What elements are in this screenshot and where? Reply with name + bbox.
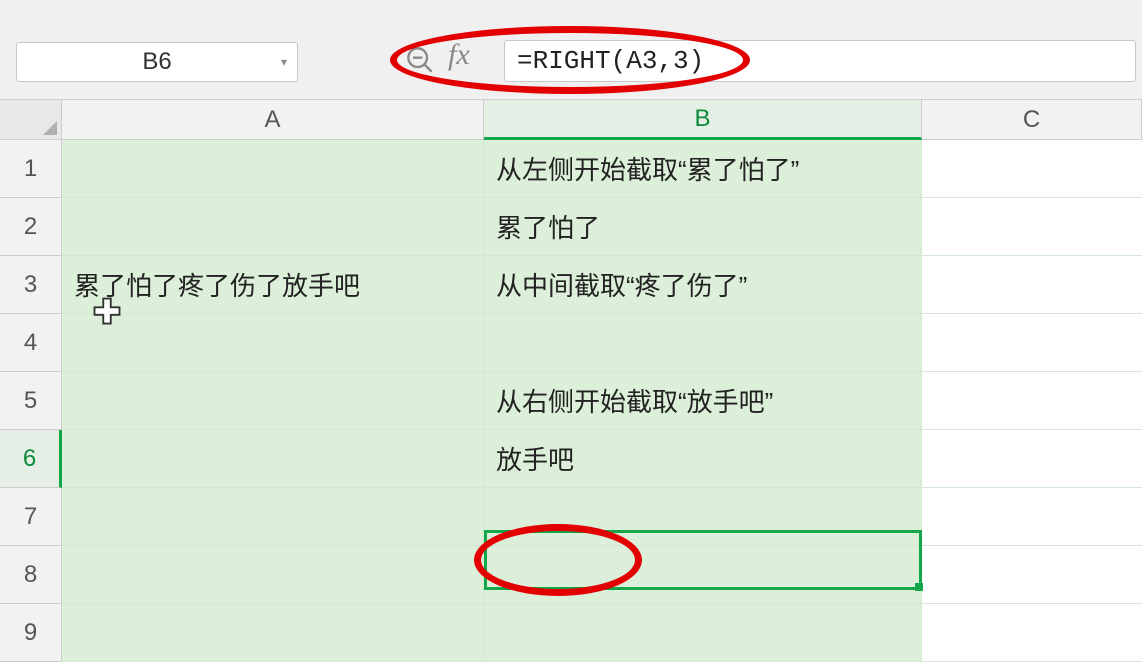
row-header-8[interactable]: 8 [0,546,62,604]
row-9: 9 [0,604,1142,662]
row-header-5[interactable]: 5 [0,372,62,430]
cell-b3[interactable]: 从中间截取“疼了伤了” [484,256,922,314]
row-5: 5 从右侧开始截取“放手吧” [0,372,1142,430]
cell-a1[interactable] [62,140,484,198]
select-all-corner[interactable] [0,100,62,140]
row-header-2[interactable]: 2 [0,198,62,256]
row-header-9[interactable]: 9 [0,604,62,662]
cell-b2[interactable]: 累了怕了 [484,198,922,256]
cell-c7[interactable] [922,488,1142,546]
row-header-1[interactable]: 1 [0,140,62,198]
formula-text: =RIGHT(A3,3) [517,46,704,76]
cell-c8[interactable] [922,546,1142,604]
cell-b7[interactable] [484,488,922,546]
row-header-3[interactable]: 3 [0,256,62,314]
cell-c3[interactable] [922,256,1142,314]
row-4: 4 [0,314,1142,372]
row-8: 8 [0,546,1142,604]
cell-a4[interactable] [62,314,484,372]
cell-reference-text: B6 [142,48,171,76]
cell-c9[interactable] [922,604,1142,662]
formula-bar[interactable]: =RIGHT(A3,3) [504,40,1136,82]
cell-b1[interactable]: 从左侧开始截取“累了怕了” [484,140,922,198]
cell-a8[interactable] [62,546,484,604]
row-1: 1 从左侧开始截取“累了怕了” [0,140,1142,198]
cell-b5[interactable]: 从右侧开始截取“放手吧” [484,372,922,430]
cell-c2[interactable] [922,198,1142,256]
spreadsheet-grid: A B C 1 从左侧开始截取“累了怕了” 2 累了怕了 3 累了怕了疼了伤了放… [0,100,1142,664]
zoom-out-icon[interactable] [404,44,436,76]
row-header-4[interactable]: 4 [0,314,62,372]
cell-b8[interactable] [484,546,922,604]
cell-b9[interactable] [484,604,922,662]
column-header-a[interactable]: A [62,100,484,140]
cell-a9[interactable] [62,604,484,662]
cell-c6[interactable] [922,430,1142,488]
fx-label[interactable]: fx [448,38,470,72]
cell-a2[interactable] [62,198,484,256]
cell-a3[interactable]: 累了怕了疼了伤了放手吧 [62,256,484,314]
cell-c1[interactable] [922,140,1142,198]
cell-a6[interactable] [62,430,484,488]
row-header-6[interactable]: 6 [0,430,62,488]
row-2: 2 累了怕了 [0,198,1142,256]
row-7: 7 [0,488,1142,546]
cell-b4[interactable] [484,314,922,372]
column-header-c[interactable]: C [922,100,1142,140]
chevron-down-icon[interactable]: ▾ [281,55,287,69]
cell-c5[interactable] [922,372,1142,430]
row-3: 3 累了怕了疼了伤了放手吧 从中间截取“疼了伤了” [0,256,1142,314]
row-header-7[interactable]: 7 [0,488,62,546]
cell-c4[interactable] [922,314,1142,372]
name-box[interactable]: B6 ▾ [16,42,298,82]
toolbar: B6 ▾ fx =RIGHT(A3,3) [0,0,1142,100]
row-6: 6 放手吧 [0,430,1142,488]
cell-a5[interactable] [62,372,484,430]
cell-b6[interactable]: 放手吧 [484,430,922,488]
column-header-b[interactable]: B [484,100,922,140]
cell-a7[interactable] [62,488,484,546]
column-headers-row: A B C [0,100,1142,140]
